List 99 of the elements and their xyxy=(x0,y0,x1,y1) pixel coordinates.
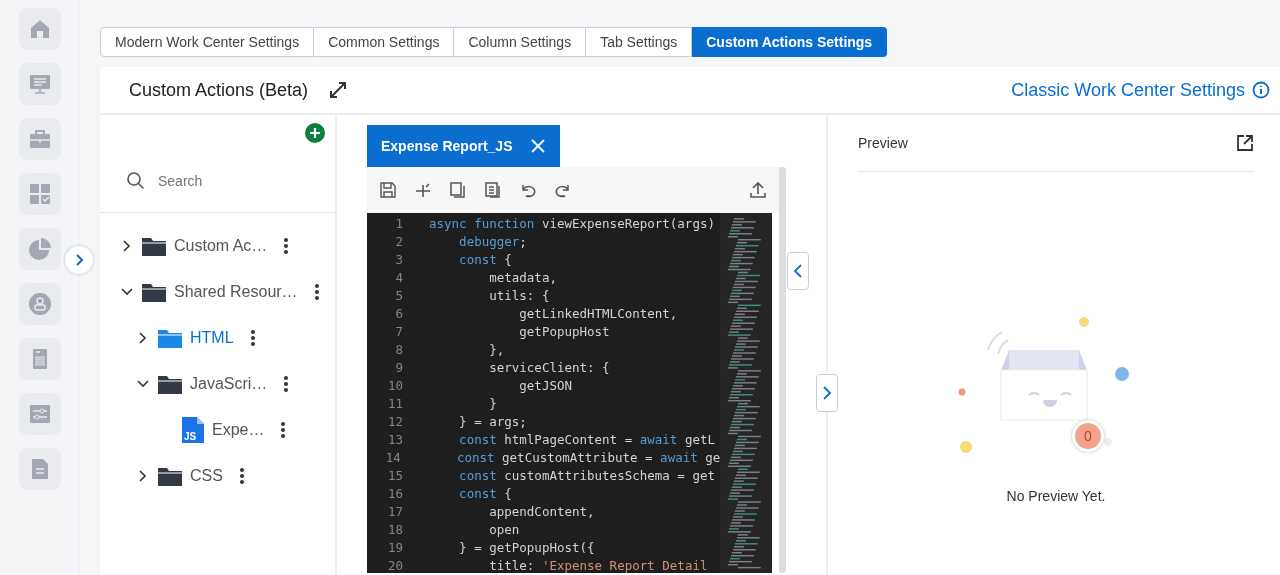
folder-icon xyxy=(158,328,182,348)
code-line: } = getPopupHost({ xyxy=(458,539,595,557)
preview-title: Preview xyxy=(858,133,908,153)
item-label: CSS xyxy=(190,466,223,486)
settings-tab[interactable]: Column Settings xyxy=(454,27,587,57)
expand-sidebar-button[interactable] xyxy=(65,246,93,274)
settings-tab[interactable]: Modern Work Center Settings xyxy=(100,27,315,57)
code-line: title: 'Expense Report Detail xyxy=(488,557,708,573)
info-icon[interactable] xyxy=(1252,81,1270,99)
line-number: 15 xyxy=(386,467,404,485)
tree-item[interactable]: CSS xyxy=(100,453,335,499)
code-line: const htmlPageContent = await getL xyxy=(458,431,715,449)
item-label: Shared Resour… xyxy=(174,282,298,302)
more-icon[interactable] xyxy=(313,283,320,301)
paste-icon[interactable] xyxy=(484,181,502,199)
folder-icon xyxy=(142,282,166,302)
tree-item[interactable]: Custom Ac… xyxy=(100,223,335,269)
close-icon[interactable] xyxy=(530,138,546,154)
tree-item[interactable]: Shared Resour… xyxy=(100,269,335,315)
more-icon[interactable] xyxy=(283,375,290,393)
tree-item[interactable]: JavaScri… xyxy=(100,361,335,407)
code-line: const { xyxy=(458,485,512,503)
expand-icon[interactable] xyxy=(329,81,348,99)
line-number: 14 xyxy=(384,449,402,467)
chevron-right-icon xyxy=(822,385,832,401)
line-number: 18 xyxy=(386,521,404,539)
line-number: 6 xyxy=(394,305,404,323)
chevron-right-icon xyxy=(73,253,85,267)
line-number: 9 xyxy=(394,359,404,377)
more-icon[interactable] xyxy=(280,421,287,439)
code-line: appendContent, xyxy=(488,503,595,521)
settings-tab[interactable]: Custom Actions Settings xyxy=(692,27,888,57)
line-number: 16 xyxy=(386,485,404,503)
scrollbar[interactable] xyxy=(779,167,786,573)
line-number: 2 xyxy=(394,233,404,251)
user-icon xyxy=(27,292,52,316)
code-line: metadata, xyxy=(488,269,557,287)
line-number: 7 xyxy=(394,323,404,341)
search-icon xyxy=(126,171,146,191)
item-label: HTML xyxy=(190,328,234,348)
settings-tab[interactable]: Tab Settings xyxy=(586,27,693,57)
line-number: 4 xyxy=(394,269,404,287)
collapse-right-button[interactable] xyxy=(816,374,838,412)
more-icon[interactable] xyxy=(249,329,256,347)
line-number: 10 xyxy=(386,377,404,395)
more-icon[interactable] xyxy=(283,237,290,255)
folder-icon xyxy=(158,374,182,394)
line-number: 13 xyxy=(386,431,404,449)
folder-icon xyxy=(158,466,182,486)
add-icon[interactable] xyxy=(305,122,325,143)
save-icon[interactable] xyxy=(379,181,397,199)
dot-icon xyxy=(959,440,973,454)
settings-tab[interactable]: Common Settings xyxy=(314,27,455,57)
pie-chart-icon xyxy=(27,237,52,261)
line-number: 17 xyxy=(386,503,404,521)
code-line: const { xyxy=(458,251,512,269)
code-line: getLinkedHTMLContent, xyxy=(518,305,678,323)
code-line: } xyxy=(488,395,497,413)
code-line: serviceClient: { xyxy=(488,359,610,377)
open-external-icon[interactable] xyxy=(1236,134,1254,152)
folder-icon xyxy=(142,236,166,256)
line-number: 3 xyxy=(394,251,404,269)
code-line: async function viewExpenseReport(args) xyxy=(428,215,715,233)
code-line: getJSON xyxy=(518,377,572,395)
code-line: debugger; xyxy=(458,233,527,251)
line-number: 5 xyxy=(394,287,404,305)
briefcase-icon xyxy=(27,127,52,151)
line-number: 1 xyxy=(394,215,404,233)
code-line: utils: { xyxy=(488,287,550,305)
tree-item[interactable]: JS Expe… xyxy=(100,407,335,453)
file-tab[interactable]: Expense Report_JS xyxy=(367,125,560,167)
copy-icon[interactable] xyxy=(449,181,467,199)
line-number: 11 xyxy=(386,395,404,413)
chevron-left-icon xyxy=(793,263,803,279)
code-line: getPopupHost xyxy=(518,323,610,341)
code-line: } = args; xyxy=(458,413,527,431)
more-icon[interactable] xyxy=(238,467,245,485)
monitor-icon xyxy=(27,72,52,96)
code-line: open xyxy=(488,521,520,539)
line-number: 8 xyxy=(394,341,404,359)
code-line: const customAttributesSchema = get xyxy=(458,467,715,485)
item-label: Expe… xyxy=(212,420,265,440)
count-badge: 0 xyxy=(1072,420,1104,452)
code-line: }, xyxy=(488,341,505,359)
tree-item[interactable]: HTML xyxy=(100,315,335,361)
classic-settings-link[interactable]: Classic Work Center Settings xyxy=(1011,76,1245,104)
code-line: const getCustomAttribute = await ge xyxy=(455,449,721,467)
upload-icon[interactable] xyxy=(749,181,767,199)
javascript-file-icon: JS xyxy=(182,417,204,443)
item-label: JavaScri… xyxy=(190,374,268,394)
line-number: 12 xyxy=(386,413,404,431)
collapse-left-button[interactable] xyxy=(787,252,809,290)
line-number: 20 xyxy=(386,557,404,573)
line-number: 19 xyxy=(386,539,404,557)
empty-message: No Preview Yet. xyxy=(1006,487,1106,506)
page-title: Custom Actions (Beta) xyxy=(129,78,309,102)
item-label: Custom Ac… xyxy=(174,236,268,256)
dashboard-icon xyxy=(27,182,52,206)
sliders-icon xyxy=(27,402,52,426)
